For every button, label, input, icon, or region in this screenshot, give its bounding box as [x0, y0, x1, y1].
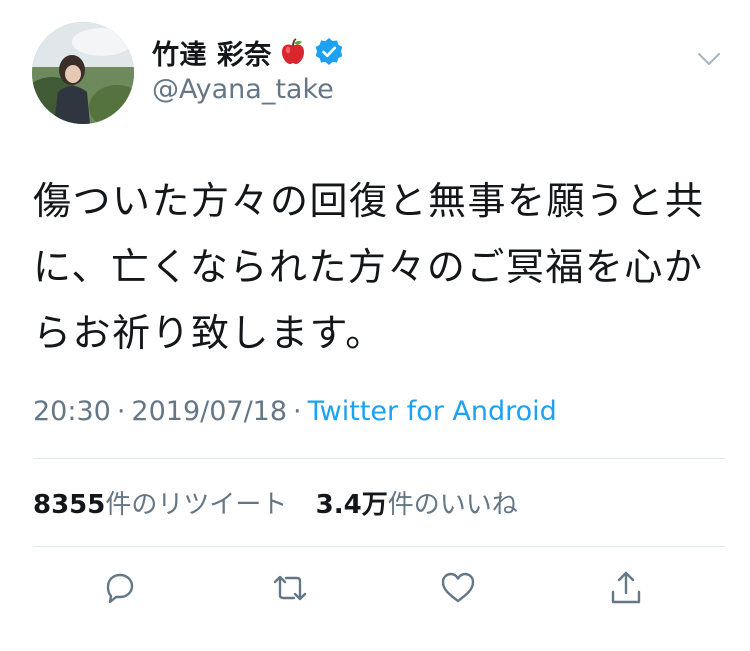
share-icon — [611, 571, 641, 604]
tweet-stats: 8355件のリツイート 3.4万件のいいね — [33, 484, 538, 521]
tweet-header: 竹達 彩奈 @Ayana_take — [32, 22, 732, 126]
share-button[interactable] — [604, 566, 648, 610]
tweet-date: 2019/07/18 — [131, 396, 288, 427]
meta-separator: · — [116, 396, 126, 427]
tweet-text: 傷ついた方々の回復と無事を願うと共に、亡くなられた方々のご冥福を心からお祈り致し… — [33, 179, 705, 355]
apple-icon — [278, 37, 308, 67]
tweet-actions — [0, 566, 750, 618]
retweet-count: 8355 — [33, 490, 106, 520]
chevron-down-icon[interactable] — [694, 44, 724, 74]
tweet-meta: 20:30 · 2019/07/18 · Twitter for Android — [33, 396, 557, 427]
author-handle[interactable]: @Ayana_take — [152, 74, 334, 105]
avatar-image — [32, 22, 134, 124]
retweet-label: 件のリツイート — [105, 490, 288, 520]
like-label: 件のいいね — [387, 490, 518, 520]
heart-icon — [441, 572, 475, 603]
reply-icon — [106, 573, 134, 604]
divider — [33, 458, 725, 459]
like-count-stat[interactable]: 3.4万件のいいね — [316, 484, 518, 521]
divider — [33, 546, 725, 547]
reply-button[interactable] — [98, 566, 142, 610]
author-name-row[interactable]: 竹達 彩奈 — [152, 34, 344, 71]
display-name: 竹達 彩奈 — [152, 39, 272, 71]
like-count: 3.4万 — [315, 490, 388, 520]
meta-separator: · — [293, 396, 302, 427]
retweet-button[interactable] — [268, 566, 312, 610]
avatar[interactable] — [32, 22, 134, 124]
retweet-count-stat[interactable]: 8355件のリツイート — [33, 484, 287, 521]
tweet-source-link[interactable]: Twitter for Android — [308, 396, 557, 427]
verified-badge-icon — [314, 37, 344, 67]
retweet-icon — [273, 575, 307, 601]
like-button[interactable] — [436, 566, 480, 610]
tweet-time: 20:30 — [33, 396, 111, 427]
